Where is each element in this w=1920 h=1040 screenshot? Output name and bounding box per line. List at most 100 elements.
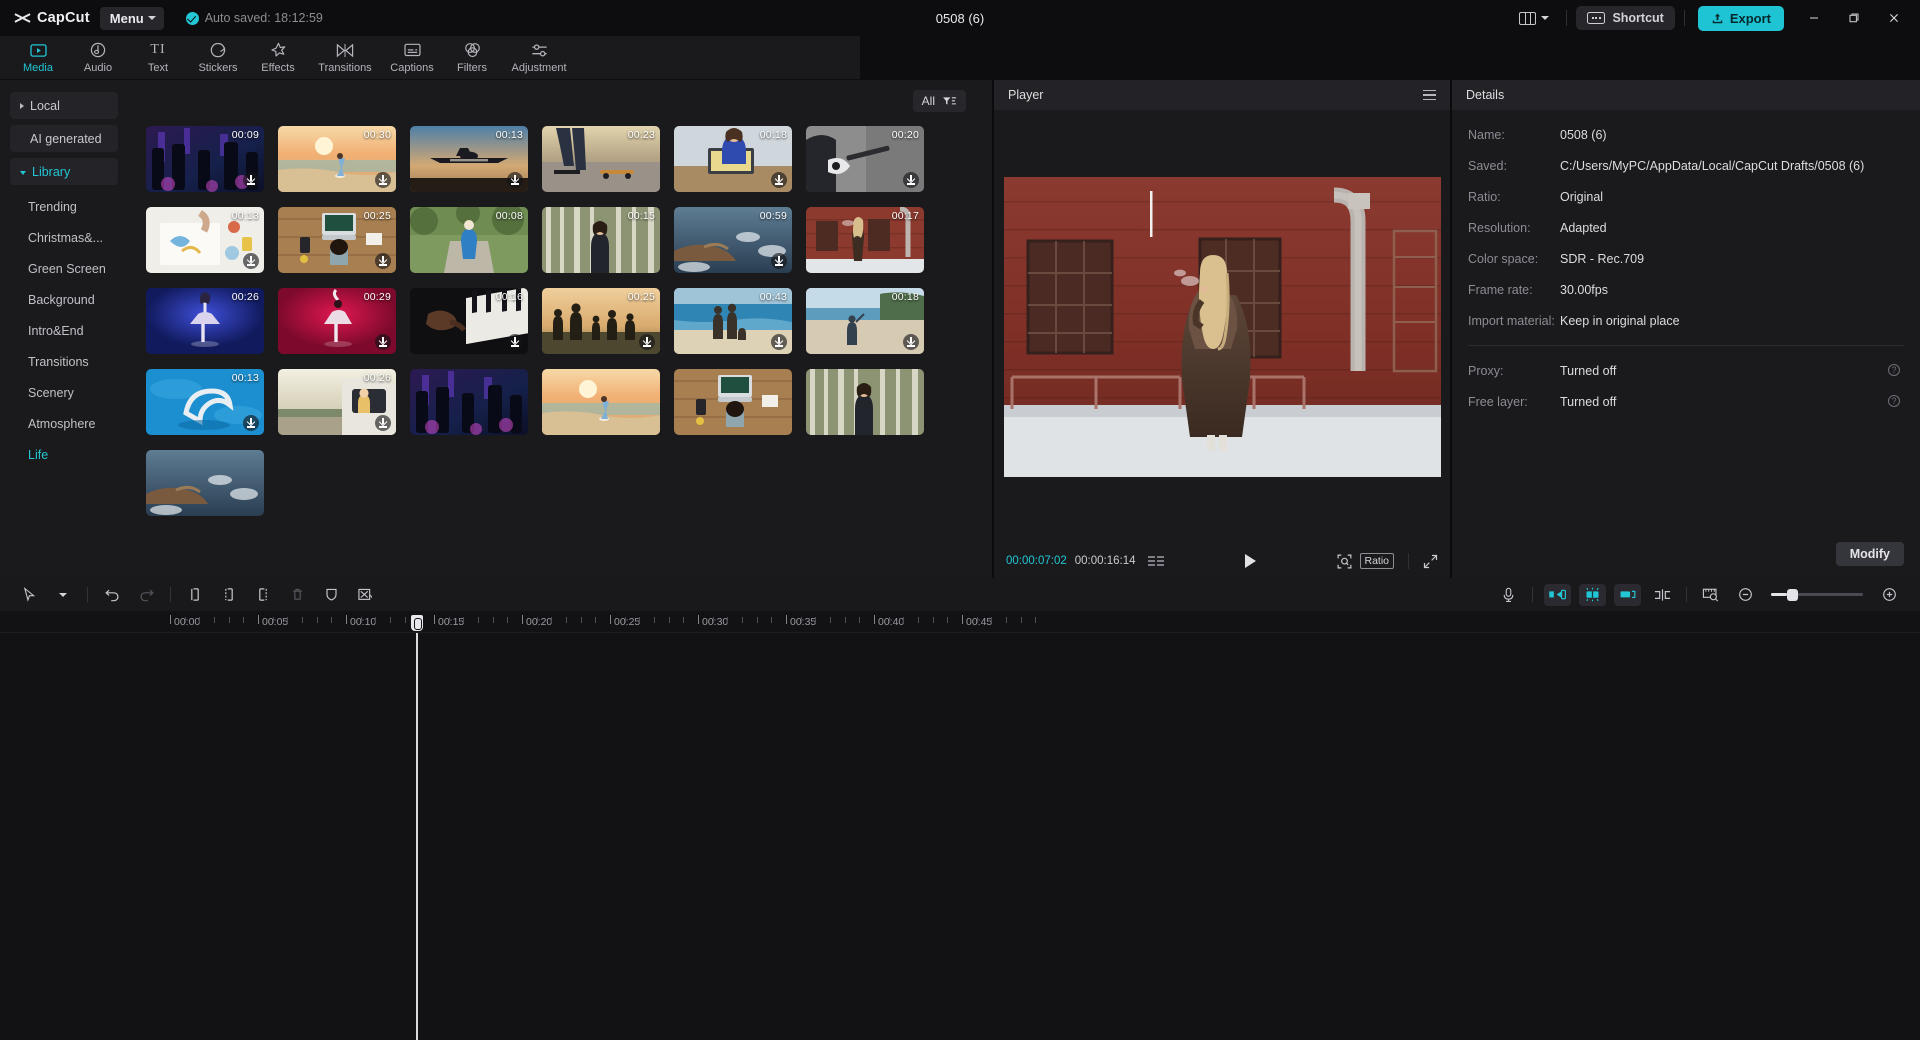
snap-right-toggle[interactable] [1614, 583, 1641, 606]
media-thumbnail[interactable]: 00:18 [674, 126, 792, 192]
download-icon[interactable] [903, 334, 919, 350]
tab-text[interactable]: TI Text [128, 40, 188, 76]
trim-right-button[interactable] [246, 578, 280, 611]
media-thumbnail[interactable]: 00:13 [410, 126, 528, 192]
shortcut-button[interactable]: Shortcut [1576, 6, 1675, 30]
fit-timeline[interactable] [1694, 578, 1728, 611]
download-icon[interactable] [243, 253, 259, 269]
tab-adjustment[interactable]: Adjustment [502, 40, 576, 76]
help-icon[interactable]: ? [1888, 364, 1900, 376]
sidebar-item-scenery[interactable]: Scenery [0, 377, 128, 408]
zoom-in-button[interactable] [1872, 578, 1906, 611]
modify-button[interactable]: Modify [1835, 542, 1904, 566]
ratio-button[interactable]: Ratio [1359, 553, 1395, 569]
mute-clip-button[interactable] [348, 578, 382, 611]
sidebar-group-local[interactable]: Local [10, 92, 118, 119]
media-thumbnail[interactable]: 00:43 [674, 288, 792, 354]
media-thumbnail[interactable]: 00:29 [278, 288, 396, 354]
download-icon[interactable] [507, 172, 523, 188]
sidebar-item-christmas----[interactable]: Christmas&... [0, 222, 128, 253]
undo-button[interactable] [95, 578, 129, 611]
download-icon[interactable] [771, 253, 787, 269]
help-icon[interactable]: ? [1888, 395, 1900, 407]
sidebar-item-trending[interactable]: Trending [0, 191, 128, 222]
select-tool[interactable] [12, 578, 46, 611]
media-thumbnail[interactable]: 00:13 [146, 369, 264, 435]
media-thumbnail[interactable]: 00:20 [806, 126, 924, 192]
record-voiceover[interactable] [1491, 578, 1525, 611]
media-thumbnail[interactable]: 00:13 [146, 207, 264, 273]
sidebar-item-life[interactable]: Life [0, 439, 128, 470]
media-thumbnail[interactable]: 00:25 [278, 207, 396, 273]
split-button[interactable] [178, 578, 212, 611]
media-thumbnail[interactable]: 00:09 [146, 126, 264, 192]
player-stage[interactable] [994, 110, 1450, 544]
media-thumbnail[interactable]: 00:26 [278, 369, 396, 435]
fullscreen-icon[interactable] [1423, 554, 1438, 569]
trim-left-button[interactable] [212, 578, 246, 611]
media-thumbnail[interactable]: 00:23 [542, 126, 660, 192]
download-icon[interactable] [375, 253, 391, 269]
sidebar-item-transitions[interactable]: Transitions [0, 346, 128, 377]
timeline-ruler[interactable]: 00:00 00:05 00:10 00:15 00:20 00:25 00:30 00:35… [0, 611, 1920, 633]
download-icon[interactable] [639, 334, 655, 350]
media-thumbnail[interactable]: 00:18 [806, 288, 924, 354]
media-thumbnail[interactable]: 00:08 [410, 207, 528, 273]
media-thumbnail[interactable]: 00:30 [278, 126, 396, 192]
media-thumbnail[interactable]: 00:59 [674, 207, 792, 273]
video-preview[interactable] [1003, 177, 1441, 477]
download-icon[interactable] [771, 334, 787, 350]
tab-audio[interactable]: Audio [68, 40, 128, 76]
media-thumbnail[interactable]: 00:15 [542, 207, 660, 273]
split-marker[interactable] [1645, 578, 1679, 611]
current-time[interactable]: 00:00:07:02 [1006, 555, 1067, 567]
select-dropdown[interactable] [46, 578, 80, 611]
redo-button[interactable] [129, 578, 163, 611]
tab-filters[interactable]: Filters [442, 40, 502, 76]
download-icon[interactable] [375, 172, 391, 188]
timeline-zoom-slider[interactable] [1771, 588, 1863, 601]
download-icon[interactable] [375, 415, 391, 431]
tab-transitions[interactable]: Transitions [308, 40, 382, 76]
all-filter-button[interactable]: All [912, 90, 966, 112]
layout-switch-button[interactable] [1511, 8, 1557, 29]
zoom-out-button[interactable] [1728, 578, 1762, 611]
tab-captions[interactable]: Captions [382, 40, 442, 76]
tab-effects[interactable]: Effects [248, 40, 308, 76]
sidebar-group-library[interactable]: Library [10, 158, 118, 185]
media-thumbnail[interactable] [542, 369, 660, 435]
play-icon[interactable] [1244, 554, 1256, 568]
sidebar-group-ai-generated[interactable]: AI generated [10, 125, 118, 152]
download-icon[interactable] [375, 334, 391, 350]
download-icon[interactable] [771, 172, 787, 188]
snap-left-toggle[interactable] [1544, 583, 1571, 606]
zoom-inspect-icon[interactable] [1337, 554, 1352, 569]
playhead[interactable] [410, 615, 423, 1040]
download-icon[interactable] [243, 172, 259, 188]
media-thumbnail[interactable]: 00:16 [410, 288, 528, 354]
sidebar-item-intro-end[interactable]: Intro&End [0, 315, 128, 346]
media-thumbnail[interactable]: 00:26 [146, 288, 264, 354]
media-thumbnail[interactable] [146, 450, 264, 516]
media-thumbnail[interactable]: 00:25 [542, 288, 660, 354]
zoom-slider-handle[interactable] [1787, 588, 1798, 601]
sidebar-item-green-screen[interactable]: Green Screen [0, 253, 128, 284]
download-icon[interactable] [243, 415, 259, 431]
media-thumbnail[interactable] [410, 369, 528, 435]
playhead-handle[interactable] [410, 615, 423, 631]
frame-list-icon[interactable] [1147, 556, 1164, 566]
media-thumbnail[interactable] [674, 369, 792, 435]
tab-stickers[interactable]: Stickers [188, 40, 248, 76]
export-button[interactable]: Export [1697, 5, 1784, 31]
sidebar-item-background[interactable]: Background [0, 284, 128, 315]
freeze-button[interactable] [314, 578, 348, 611]
sidebar-item-atmosphere[interactable]: Atmosphere [0, 408, 128, 439]
minimize-button[interactable] [1794, 1, 1834, 35]
close-button[interactable] [1874, 1, 1914, 35]
media-thumbnail[interactable] [806, 369, 924, 435]
media-thumbnail[interactable]: 00:17 [806, 207, 924, 273]
tab-media[interactable]: Media [8, 40, 68, 76]
menu-button[interactable]: Menu [99, 6, 164, 30]
download-icon[interactable] [507, 334, 523, 350]
maximize-button[interactable] [1834, 1, 1874, 35]
